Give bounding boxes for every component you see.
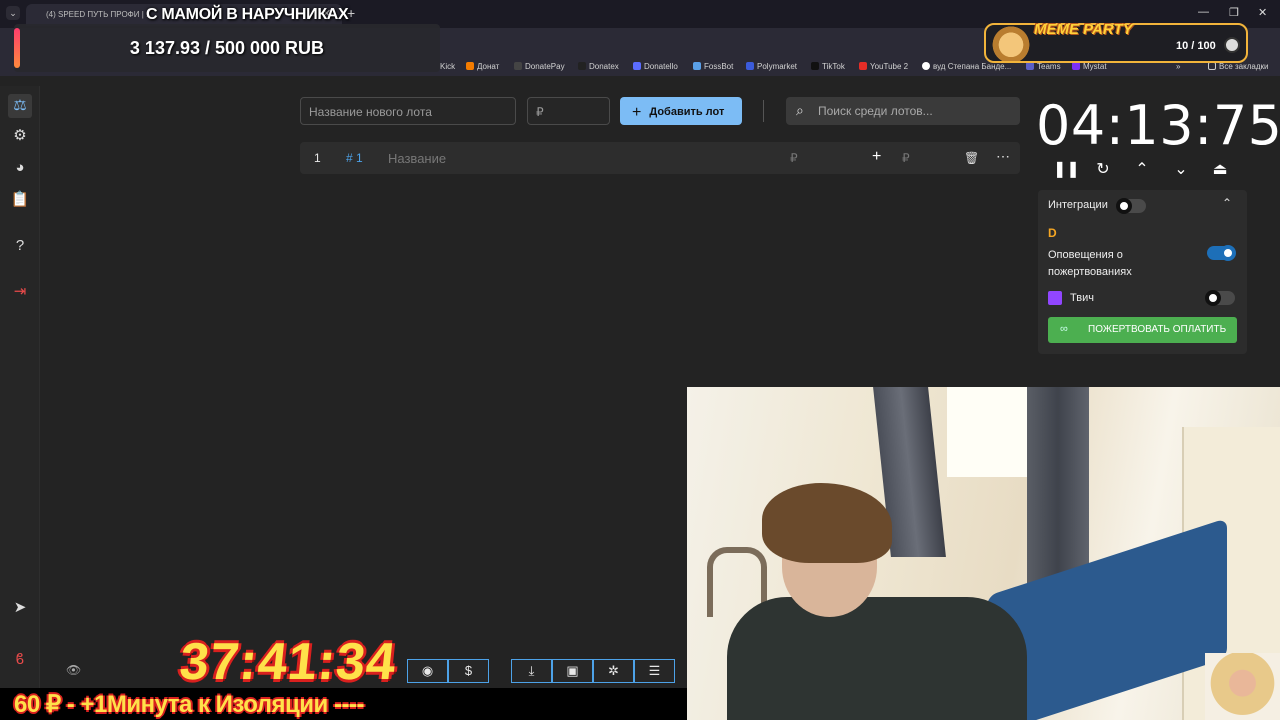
clear-list-icon[interactable]: ☰	[634, 659, 675, 683]
meme-avatar	[1224, 37, 1240, 53]
bookmark-youtube[interactable]: YouTube 2	[859, 62, 908, 71]
donatepay-icon: D	[1048, 226, 1057, 240]
donation-ticker: 60 ₽ - +1Минута к Изоляции ----	[0, 688, 687, 720]
bookmark-polymarket[interactable]: Polymarket	[746, 62, 797, 71]
download-icon[interactable]: ⤓	[511, 659, 552, 683]
search-icon: ⌕	[796, 102, 804, 118]
tab-search-button[interactable]: ⌄	[6, 6, 20, 20]
lot-tag[interactable]: # 1	[346, 151, 363, 165]
webcam-person-body	[727, 597, 1027, 720]
collapse-chevron-icon[interactable]: ⌃	[1222, 196, 1232, 210]
visibility-eye-icon[interactable]: 👁	[66, 663, 81, 677]
lot-name-input[interactable]: Название	[388, 151, 446, 166]
ticker-text: 60 ₽ - +1Минута к Изоляции ----	[14, 691, 364, 718]
github-icon[interactable]: ◉	[407, 659, 448, 683]
save-icon[interactable]: ▣	[552, 659, 593, 683]
bookmark-fossbot[interactable]: FossBot	[693, 62, 733, 71]
bookmark-teams[interactable]: Teams	[1026, 62, 1061, 71]
avatar-thumbnail	[1205, 653, 1280, 720]
minimize-icon[interactable]: —	[1198, 6, 1209, 18]
bookmark-tiktok[interactable]: TikTok	[811, 62, 845, 71]
integrations-title: Интеграции	[1048, 199, 1108, 211]
auction-timer: 04:13:75	[1036, 94, 1280, 157]
bug-report-icon[interactable]: ✲	[593, 659, 634, 683]
lot-price-currency[interactable]: ₽	[790, 151, 798, 165]
new-lot-name-input[interactable]: Название нового лота	[300, 97, 516, 125]
telegram-icon[interactable]: ➤	[10, 598, 30, 618]
clipboard-icon[interactable]: 📋	[10, 190, 30, 210]
lot-search-input[interactable]: ⌕ Поиск среди лотов...	[786, 97, 1020, 125]
integrations-toggle[interactable]	[1116, 198, 1146, 214]
twitch-label: Твич	[1070, 292, 1094, 304]
bookmark-google[interactable]: вуд Степана Бандe...	[922, 62, 1011, 71]
auction-gavel-icon[interactable]: ⚖	[8, 94, 32, 118]
meme-party-widget: MEME PARTY 10 / 100	[984, 21, 1248, 63]
wheel-chart-icon[interactable]: ◕	[10, 158, 30, 178]
link-icon: ∞	[1060, 323, 1068, 335]
delete-lot-icon[interactable]: 🗑	[964, 151, 979, 165]
donation-amount: 3 137.93 / 500 000 RUB	[129, 38, 325, 58]
lot-index: 1	[314, 151, 321, 165]
sidebar: ⚖ ⚙ ◕ 📋 ? ⇥ ➤ ϐ	[0, 86, 40, 720]
maximize-icon[interactable]: ❐	[1229, 6, 1239, 19]
bookmark-donat[interactable]: Донат	[466, 62, 499, 71]
new-lot-price-input[interactable]: ₽	[527, 97, 610, 125]
twitch-icon	[1048, 291, 1062, 305]
tab-title: (4) SPEED ПУТЬ ПРОФИ | 1	[46, 10, 151, 19]
bookmark-kick[interactable]: Kick	[440, 62, 455, 71]
donate-dollar-icon[interactable]: $	[448, 659, 489, 683]
isolation-timer: 37:41:34	[176, 633, 400, 691]
more-options-icon[interactable]: ⋯	[996, 148, 1010, 165]
settings-gear-icon[interactable]: ⚙	[10, 126, 30, 146]
reset-icon[interactable]: ↻	[1092, 159, 1114, 179]
all-bookmarks[interactable]: Все закладки	[1208, 62, 1268, 71]
donate-pay-button[interactable]: ∞ ПОЖЕРТВОВАТЬ ОПЛАТИТЬ	[1048, 317, 1237, 343]
donation-alerts-toggle[interactable]	[1207, 245, 1236, 261]
stream-title: С МАМОЙ В НАРУЧНИКАХ	[146, 6, 349, 23]
toolbar-divider	[763, 100, 764, 122]
webcam-window	[947, 387, 1027, 477]
add-lot-button[interactable]: + Добавить лот	[620, 97, 742, 125]
plus-icon: +	[632, 104, 642, 121]
doge-icon	[988, 25, 1034, 61]
boosty-icon[interactable]: ϐ	[10, 650, 30, 670]
close-window-icon[interactable]: ✕	[1258, 6, 1267, 19]
logout-icon[interactable]: ⇥	[10, 282, 30, 302]
help-icon[interactable]: ?	[10, 236, 30, 256]
donation-goal-overlay: 3 137.93 / 500 000 RUB	[14, 24, 440, 72]
webcam-person-hair	[762, 483, 892, 563]
add-amount-icon[interactable]: +	[872, 148, 881, 166]
bookmarks-overflow-icon[interactable]: »	[1176, 62, 1180, 71]
bookmark-donatex[interactable]: Donatex	[578, 62, 619, 71]
increase-time-icon[interactable]: ⌃	[1131, 159, 1153, 179]
eject-icon[interactable]: ⏏	[1209, 159, 1231, 179]
webcam-feed	[687, 387, 1280, 720]
bookmark-donatello[interactable]: Donatello	[633, 62, 678, 71]
decrease-time-icon[interactable]: ⌄	[1170, 159, 1192, 179]
twitch-toggle[interactable]	[1205, 290, 1235, 306]
integrations-panel: Интеграции ⌃ D Оповещения о пожертвовани…	[1038, 190, 1247, 354]
meme-party-count: 10 / 100	[1176, 40, 1216, 52]
pause-icon[interactable]: ❚❚	[1053, 159, 1080, 179]
bookmark-donatepay[interactable]: DonatePay	[514, 62, 565, 71]
add-amount-currency[interactable]: ₽	[902, 151, 910, 165]
lot-row: 1 # 1 Название ₽ + ₽ 🗑 ⋯	[300, 142, 1020, 174]
bookmark-mystat[interactable]: Mystat	[1072, 62, 1107, 71]
webcam-curtain-right	[1027, 387, 1089, 587]
donation-alerts-label: Оповещения о пожертвованиях	[1048, 249, 1132, 278]
meme-party-title: MEME PARTY	[1034, 21, 1133, 38]
